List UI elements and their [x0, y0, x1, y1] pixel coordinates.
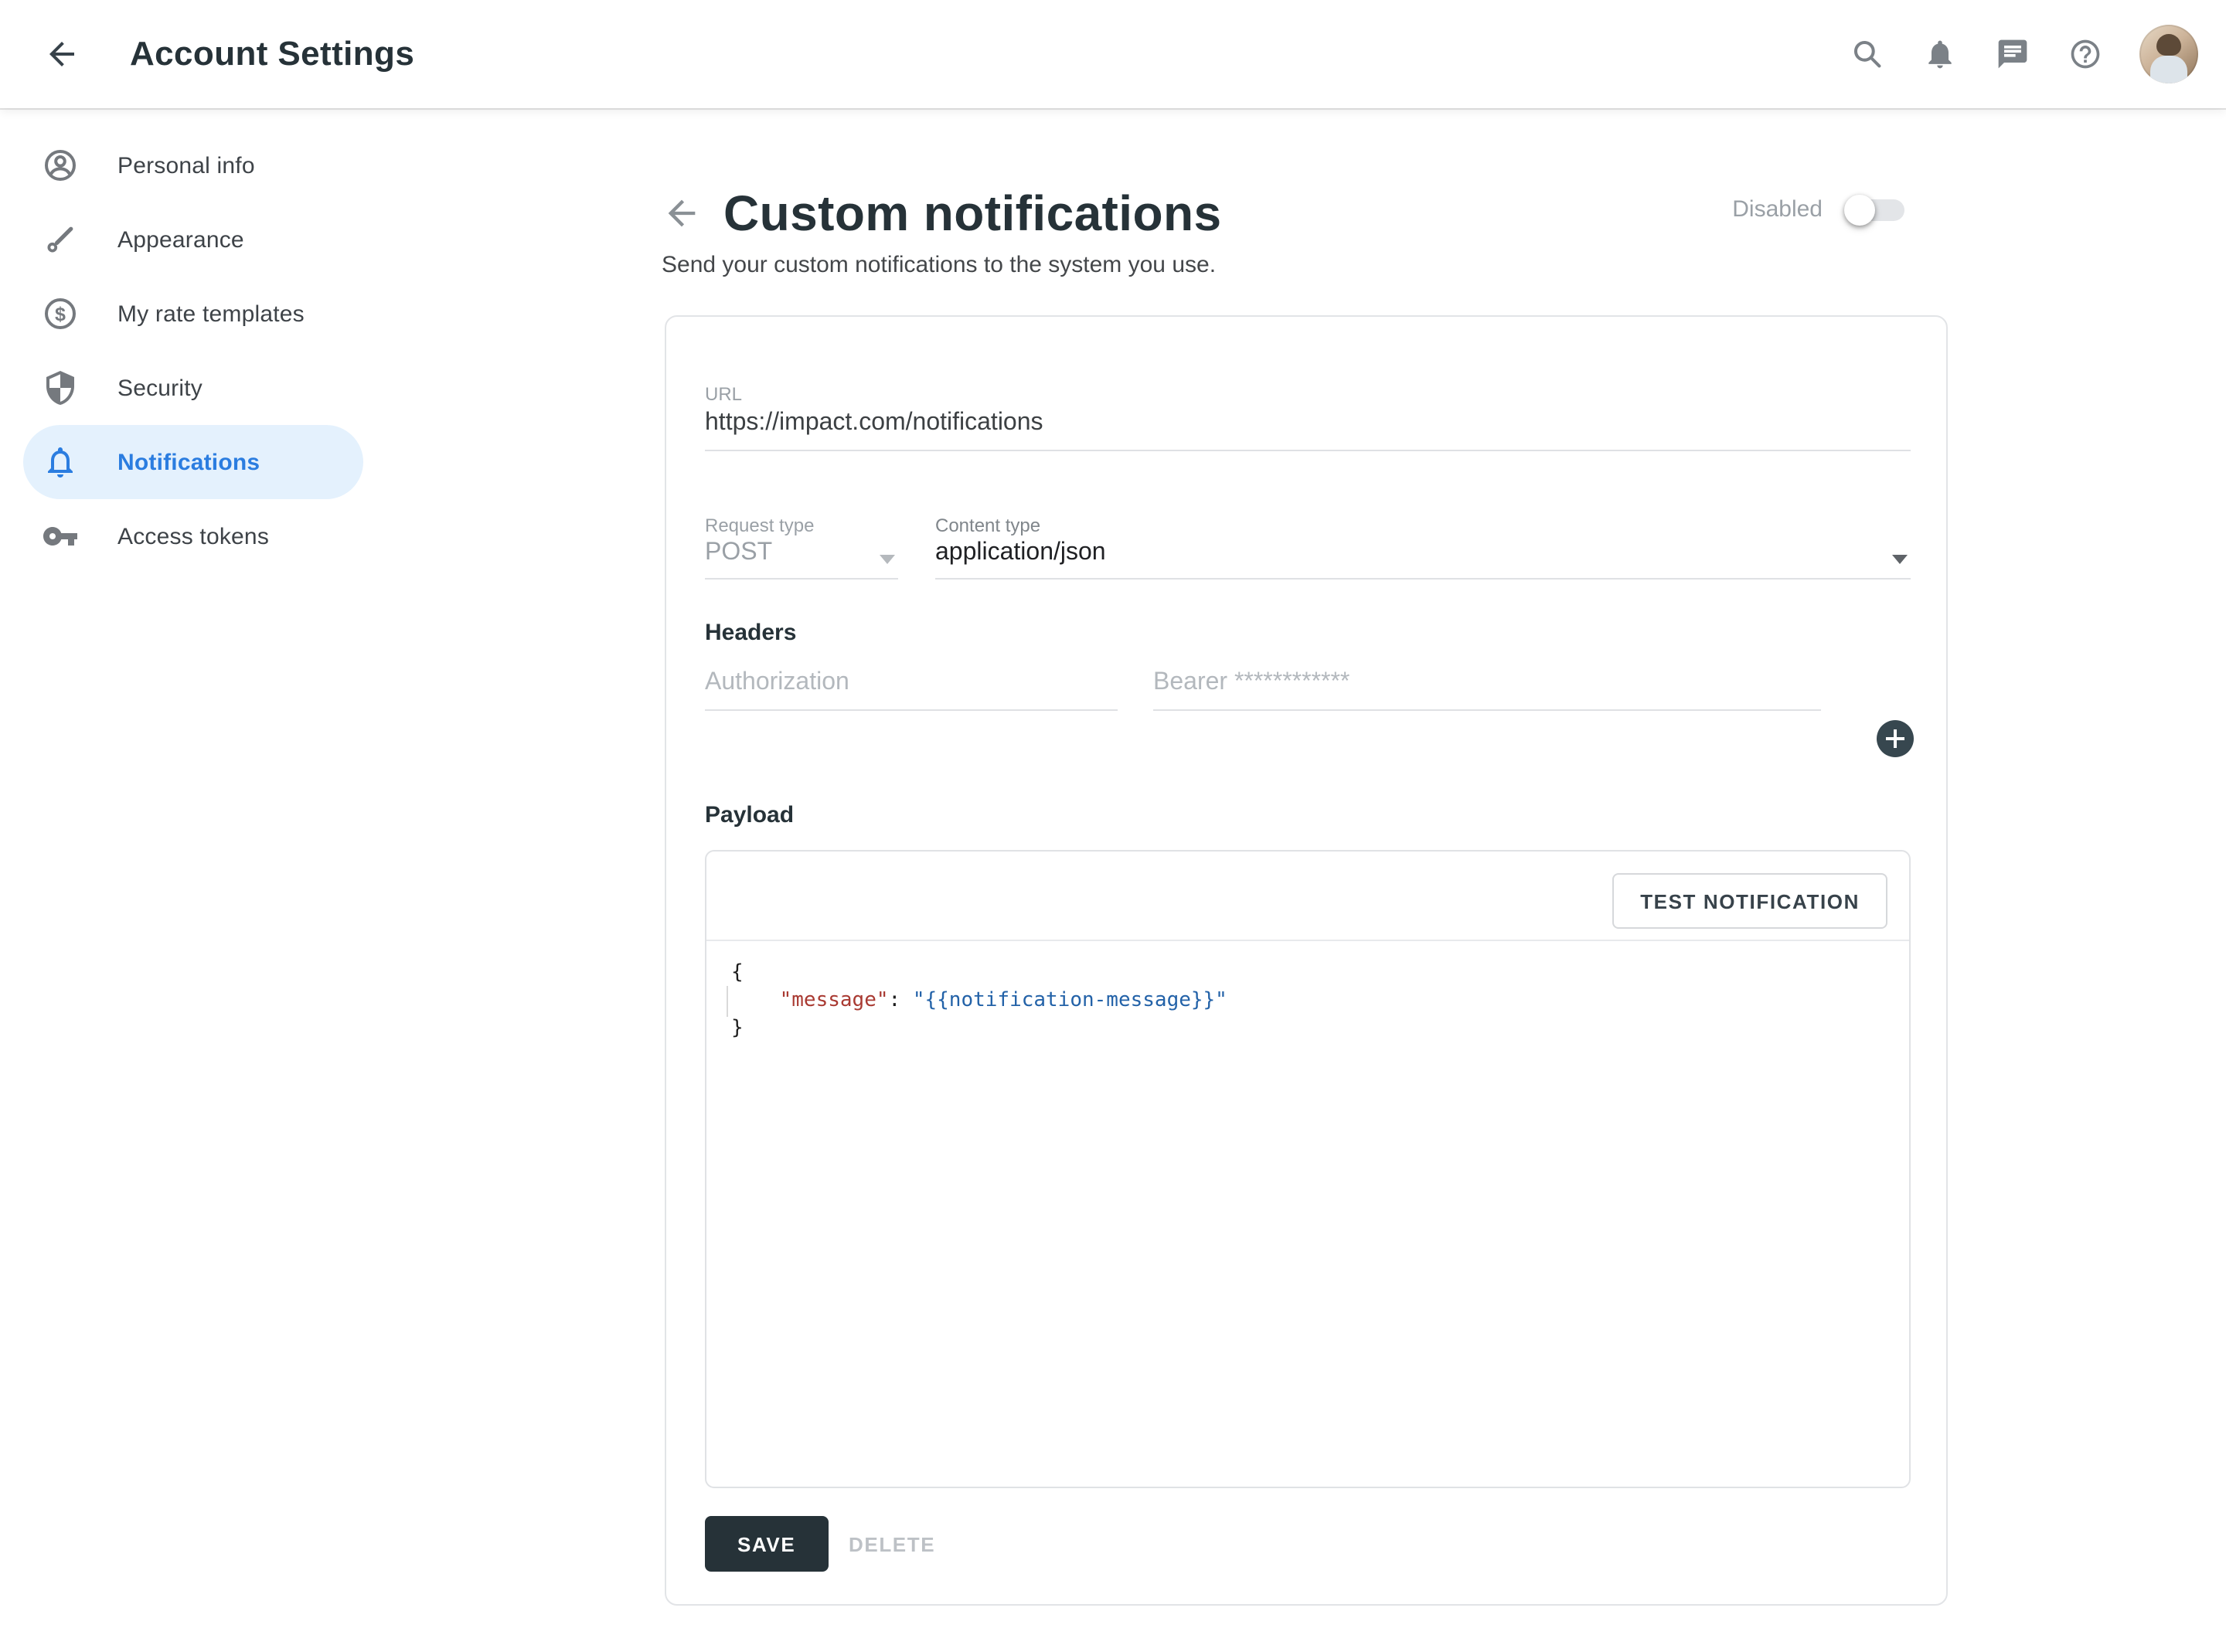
content-type-label: Content type	[935, 515, 1040, 536]
help-icon[interactable]	[2067, 36, 2104, 73]
sidebar-item-label: Appearance	[117, 226, 244, 253]
arrow-left-icon	[43, 36, 80, 73]
arrow-left-icon	[662, 193, 702, 233]
payload-editor: TEST NOTIFICATION { "message": "{{notifi…	[705, 850, 1911, 1488]
sidebar-item-appearance[interactable]: Appearance	[23, 202, 363, 277]
code-line-close: }	[731, 1015, 1884, 1043]
header-value-input[interactable]	[1153, 669, 1821, 711]
code-line-message: "message": "{{notification-message}}"	[731, 987, 1884, 1015]
payload-code-area[interactable]: { "message": "{{notification-message}}" …	[706, 941, 1909, 1487]
top-app-bar: Account Settings	[0, 0, 2226, 108]
sidebar-item-security[interactable]: Security	[23, 351, 363, 425]
code-value: "{{notification-message}}"	[913, 989, 1227, 1012]
chevron-down-icon	[1892, 555, 1908, 564]
sidebar-item-label: My rate templates	[117, 301, 305, 327]
bell-icon	[42, 444, 79, 481]
request-type-label: Request type	[705, 515, 814, 536]
person-circle-icon	[42, 147, 79, 184]
sidebar-item-label: Security	[117, 375, 203, 401]
page-title: Custom notifications	[723, 185, 1221, 243]
app-back-button[interactable]	[31, 23, 93, 85]
delete-button[interactable]: DELETE	[827, 1516, 957, 1572]
test-notification-button[interactable]: TEST NOTIFICATION	[1612, 873, 1887, 929]
url-label: URL	[705, 383, 742, 405]
payload-section-title: Payload	[705, 802, 794, 828]
url-input[interactable]	[705, 410, 1911, 451]
enable-toggle[interactable]	[1849, 199, 1904, 220]
code-separator: :	[889, 989, 913, 1012]
sidebar-item-access-tokens[interactable]: Access tokens	[23, 499, 363, 573]
app-title: Account Settings	[130, 34, 414, 74]
search-icon[interactable]	[1849, 36, 1886, 73]
status-toggle-row: Disabled	[1657, 196, 1904, 223]
headers-section-title: Headers	[705, 620, 796, 646]
page-subtitle: Send your custom notifications to the sy…	[662, 252, 1216, 278]
content-type-dropdown[interactable]: application/json	[935, 539, 1911, 580]
request-type-dropdown[interactable]: POST	[705, 539, 898, 580]
page: Account Settings Personal info	[0, 0, 2226, 1652]
key-icon	[42, 518, 79, 555]
chat-icon[interactable]	[1994, 36, 2031, 73]
sidebar-item-personal-info[interactable]: Personal info	[23, 128, 363, 202]
custom-notification-card: URL Request type POST Content type appli…	[665, 315, 1948, 1606]
add-header-button[interactable]	[1877, 720, 1914, 757]
sidebar-item-my-rate-templates[interactable]: $ My rate templates	[23, 277, 363, 351]
page-back-button[interactable]	[662, 193, 702, 233]
save-button[interactable]: SAVE	[705, 1516, 828, 1572]
sidebar-item-notifications[interactable]: Notifications	[23, 425, 363, 499]
header-name-input[interactable]	[705, 669, 1118, 711]
settings-sidebar: Personal info Appearance $ My rate templ…	[0, 128, 433, 573]
avatar[interactable]	[2139, 25, 2198, 83]
code-line-open: {	[731, 960, 1884, 987]
topbar-actions	[1849, 0, 2198, 108]
plus-icon	[1886, 729, 1904, 748]
toggle-status-label: Disabled	[1732, 196, 1823, 223]
code-key: "message"	[780, 989, 889, 1012]
sidebar-item-label: Notifications	[117, 449, 260, 475]
request-type-value: POST	[705, 539, 772, 566]
brush-icon	[42, 221, 79, 258]
indent-guide	[727, 986, 728, 1017]
svg-text:$: $	[55, 304, 66, 325]
sidebar-item-label: Access tokens	[117, 523, 269, 549]
dollar-circle-icon: $	[42, 295, 79, 332]
chevron-down-icon	[880, 555, 895, 564]
shield-icon	[42, 369, 79, 406]
sidebar-item-label: Personal info	[117, 152, 255, 178]
content-type-value: application/json	[935, 539, 1106, 566]
notifications-bell-icon[interactable]	[1921, 36, 1959, 73]
toggle-knob	[1844, 194, 1875, 225]
